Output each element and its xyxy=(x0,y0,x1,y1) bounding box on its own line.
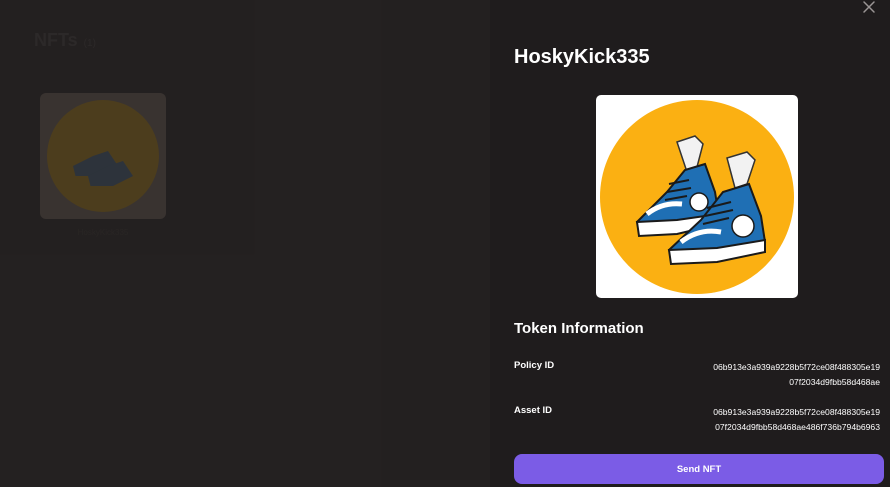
asset-id-value-line1: 06b913e3a939a9228b5f72ce08f488305e19 xyxy=(713,407,880,417)
asset-id-row: Asset ID 06b913e3a939a9228b5f72ce08f4883… xyxy=(514,405,880,435)
policy-id-value-line1: 06b913e3a939a9228b5f72ce08f488305e19 xyxy=(713,362,880,372)
nft-image-circle xyxy=(600,99,794,294)
asset-id-label: Asset ID xyxy=(514,405,553,416)
policy-id-value[interactable]: 06b913e3a939a9228b5f72ce08f488305e19 07f… xyxy=(690,360,880,390)
policy-id-row: Policy ID 06b913e3a939a9228b5f72ce08f488… xyxy=(514,360,880,390)
token-information-heading: Token Information xyxy=(514,320,644,337)
sneakers-icon xyxy=(635,134,767,265)
modal-overlay[interactable] xyxy=(0,0,490,487)
send-nft-button[interactable]: Send NFT xyxy=(514,454,884,484)
nft-image xyxy=(596,95,798,298)
nft-title: HoskyKick335 xyxy=(514,46,650,68)
nft-detail-drawer: HoskyKick335 Token Information Policy ID… xyxy=(490,0,890,487)
policy-id-value-line2: 07f2034d9fbb58d468ae xyxy=(789,377,880,387)
close-icon[interactable] xyxy=(862,0,876,14)
asset-id-value-line2: 07f2034d9fbb58d468ae486f736b794b6963 xyxy=(715,422,880,432)
policy-id-label: Policy ID xyxy=(514,360,555,371)
asset-id-value[interactable]: 06b913e3a939a9228b5f72ce08f488305e19 07f… xyxy=(690,405,880,435)
